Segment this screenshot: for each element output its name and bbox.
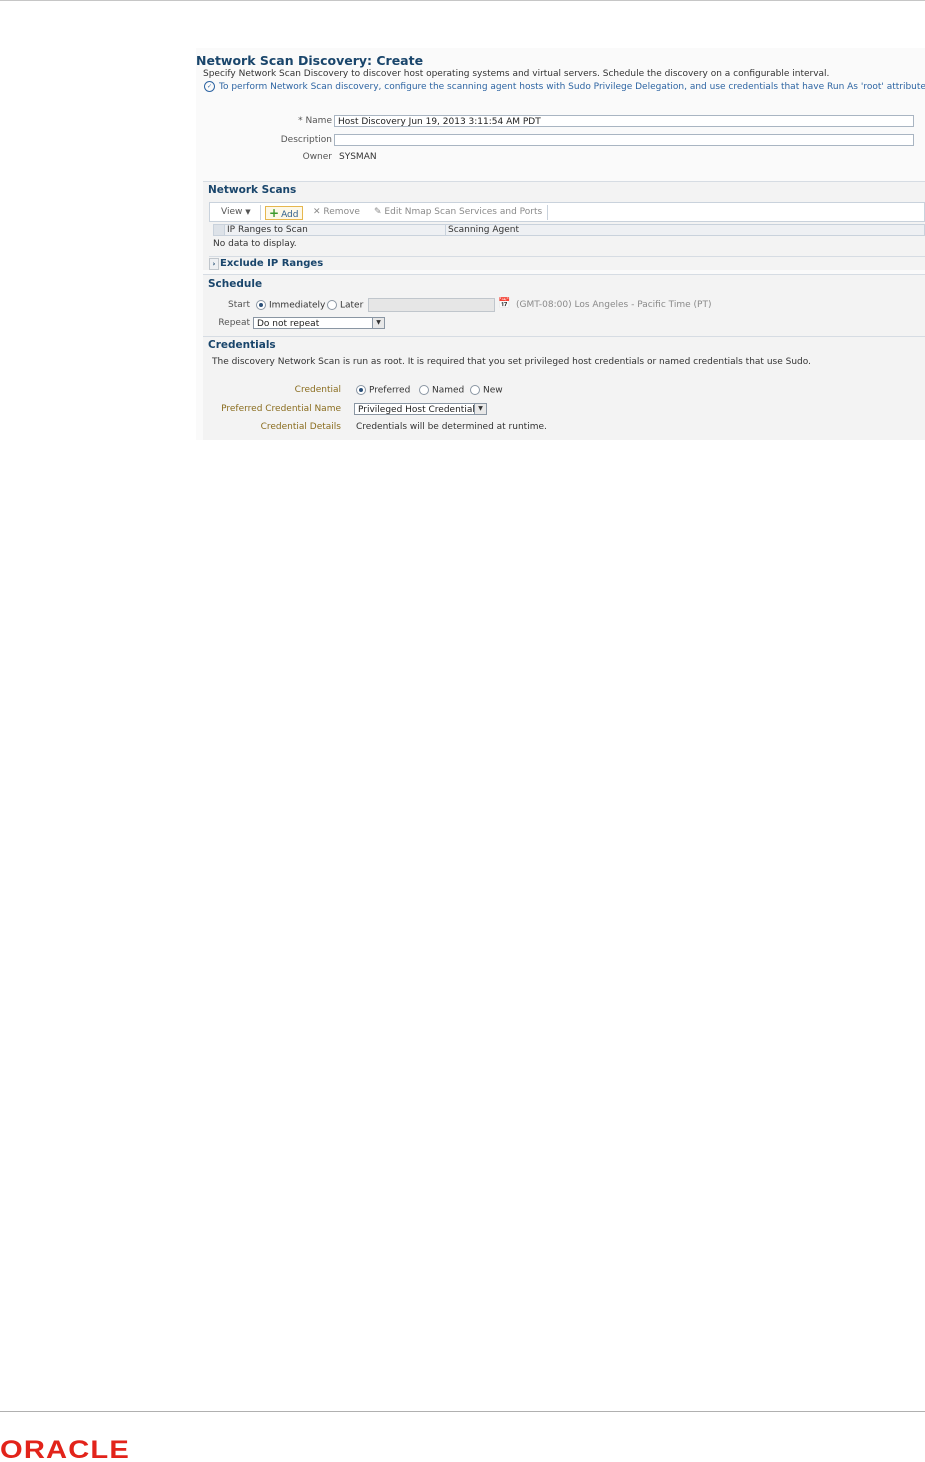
credentials-note: The discovery Network Scan is run as roo…: [212, 357, 811, 367]
later-datetime-input[interactable]: [368, 298, 495, 312]
remove-button[interactable]: ✕ Remove: [313, 206, 360, 218]
radio-selected-icon: [256, 300, 266, 310]
later-label: Later: [340, 300, 364, 311]
network-scans-title: Network Scans: [208, 184, 297, 196]
plus-icon: +: [269, 206, 280, 220]
credentials-title: Credentials: [208, 339, 276, 351]
immediately-label: Immediately: [269, 300, 326, 311]
owner-value: SYSMAN: [339, 152, 377, 162]
toolbar-separator: [260, 205, 261, 220]
preferred-credential-name-label: Preferred Credential Name: [221, 404, 341, 414]
preferred-credential-name-value: Privileged Host Credentials: [358, 405, 480, 415]
repeat-select-value: Do not repeat: [257, 319, 320, 329]
start-later-option[interactable]: Later: [327, 300, 363, 311]
add-button-label: Add: [281, 210, 299, 220]
named-label: Named: [432, 385, 465, 396]
hint-text: ✓ To perform Network Scan discovery, conf…: [204, 81, 925, 92]
credential-label: Credential: [294, 385, 341, 395]
repeat-select[interactable]: Do not repeat ▼: [253, 317, 385, 329]
credential-named-option[interactable]: Named: [419, 385, 464, 396]
view-menu-label: View: [221, 207, 243, 217]
remove-icon: ✕: [313, 207, 321, 217]
column-header-ip-ranges[interactable]: IP Ranges to Scan: [227, 225, 308, 235]
screenshot-panel: Network Scan Discovery: Create Specify N…: [196, 48, 925, 440]
row-selector-header: [214, 225, 225, 235]
dropdown-arrow-icon: ▼: [474, 404, 486, 414]
add-button[interactable]: + Add: [265, 206, 303, 220]
credential-details-label: Credential Details: [260, 422, 341, 432]
table-empty-message: No data to display.: [213, 239, 297, 249]
page-description: Specify Network Scan Discovery to discov…: [203, 69, 830, 79]
description-input[interactable]: [334, 134, 914, 146]
owner-label: Owner: [302, 152, 332, 162]
required-marker: *: [298, 116, 303, 126]
new-label: New: [483, 385, 503, 396]
start-label: Start: [228, 300, 250, 310]
hint-message: To perform Network Scan discovery, confi…: [219, 82, 925, 92]
dropdown-arrow-icon: ▼: [372, 318, 384, 328]
name-label-text: Name: [305, 116, 332, 126]
toolbar-separator: [547, 205, 548, 220]
section-divider: [209, 256, 925, 257]
radio-selected-icon: [356, 385, 366, 395]
preferred-label: Preferred: [369, 385, 411, 396]
calendar-icon[interactable]: 📅: [498, 298, 510, 309]
network-scans-table-header: IP Ranges to Scan Scanning Agent: [213, 224, 925, 236]
timezone-text: (GMT-08:00) Los Angeles - Pacific Time (…: [516, 300, 712, 310]
exclude-ip-ranges-title: Exclude IP Ranges: [220, 258, 324, 269]
view-menu[interactable]: View ▼: [221, 206, 251, 218]
repeat-label: Repeat: [218, 318, 250, 328]
credential-details-value: Credentials will be determined at runtim…: [356, 422, 547, 432]
pencil-icon: ✎: [374, 207, 382, 217]
name-input[interactable]: Host Discovery Jun 19, 2013 3:11:54 AM P…: [334, 115, 914, 127]
preferred-credential-name-select[interactable]: Privileged Host Credentials ▼: [354, 403, 487, 415]
schedule-title: Schedule: [208, 278, 263, 290]
credential-preferred-option[interactable]: Preferred: [356, 385, 410, 396]
start-immediately-option[interactable]: Immediately: [256, 300, 325, 311]
exclude-ip-ranges-toggle[interactable]: › Exclude IP Ranges: [209, 258, 323, 270]
info-check-icon: ✓: [204, 81, 215, 92]
disclosure-arrow-icon: ›: [209, 258, 219, 270]
edit-nmap-button[interactable]: ✎ Edit Nmap Scan Services and Ports: [374, 206, 542, 218]
footer-rule: [0, 1411, 925, 1412]
column-header-scanning-agent[interactable]: Scanning Agent: [445, 225, 519, 235]
credential-new-option[interactable]: New: [470, 385, 503, 396]
oracle-logo: ORACLE: [0, 1436, 130, 1462]
oracle-logo-text: ORACLE: [0, 1436, 130, 1462]
edit-nmap-button-label: Edit Nmap Scan Services and Ports: [384, 207, 543, 217]
description-label: Description: [280, 135, 332, 145]
remove-button-label: Remove: [323, 207, 360, 217]
caret-down-icon: ▼: [245, 208, 251, 216]
radio-unselected-icon: [470, 385, 480, 395]
radio-unselected-icon: [419, 385, 429, 395]
radio-unselected-icon: [327, 300, 337, 310]
name-label: * Name: [256, 116, 332, 126]
top-rule: [0, 0, 925, 1]
network-scans-toolbar: View ▼ + Add ✕ Remove ✎ Edit Nmap Scan Se…: [209, 202, 925, 222]
page-title: Network Scan Discovery: Create: [196, 53, 424, 68]
